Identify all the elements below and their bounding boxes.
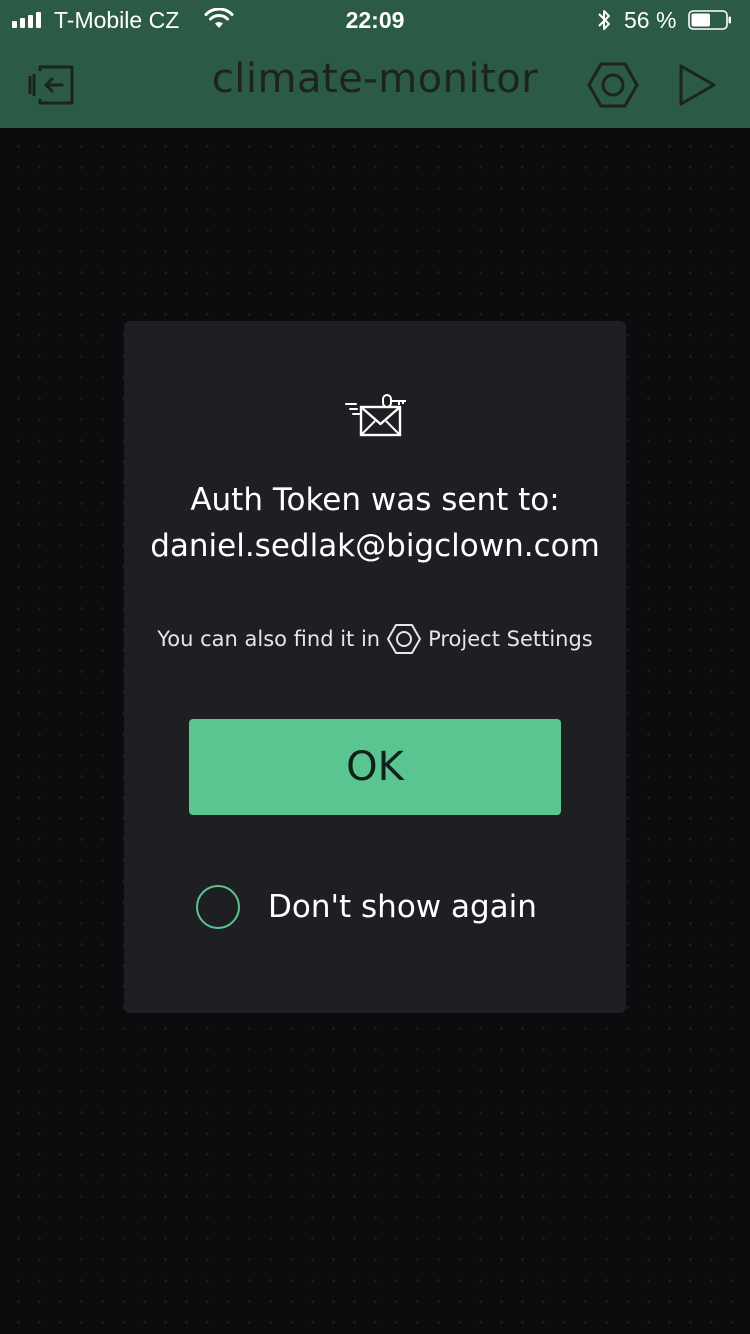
exit-project-button[interactable] <box>22 60 80 110</box>
dont-show-again-label: Don't show again <box>268 889 537 925</box>
battery-fill <box>691 13 710 27</box>
play-icon <box>679 64 716 106</box>
bluetooth-icon <box>598 10 610 30</box>
mail-key-icon <box>345 394 406 437</box>
dont-show-again-radio[interactable] <box>196 885 240 929</box>
project-settings-button[interactable] <box>582 60 644 110</box>
top-bar: T-Mobile CZ 22:09 56 % climate-monitor <box>0 0 750 128</box>
ok-button-label: OK <box>346 744 404 790</box>
auth-token-dialog: Auth Token was sent to: daniel.sedlak@bi… <box>124 321 626 1013</box>
play-button[interactable] <box>672 60 722 110</box>
exit-project-icon <box>28 65 74 105</box>
dont-show-again-toggle[interactable]: Don't show again <box>196 885 537 929</box>
battery-percent: 56 % <box>624 7 677 33</box>
battery-icon <box>688 10 731 30</box>
app-screen: T-Mobile CZ 22:09 56 % climate-monitor A… <box>0 0 750 1334</box>
dialog-title: Auth Token was sent to: <box>190 482 560 518</box>
app-header: climate-monitor <box>0 40 750 128</box>
hint-prefix: You can also find it in <box>157 627 381 651</box>
status-bar: T-Mobile CZ 22:09 56 % <box>0 0 750 40</box>
dialog-email: daniel.sedlak@bigclown.com <box>150 528 600 564</box>
hexagon-settings-icon <box>387 624 422 654</box>
settings-hint: You can also find it in Project Settings <box>124 623 626 655</box>
ok-button[interactable]: OK <box>189 719 561 815</box>
project-title: climate-monitor <box>211 56 539 102</box>
hint-suffix: Project Settings <box>428 627 593 651</box>
hexagon-settings-icon <box>587 62 639 108</box>
